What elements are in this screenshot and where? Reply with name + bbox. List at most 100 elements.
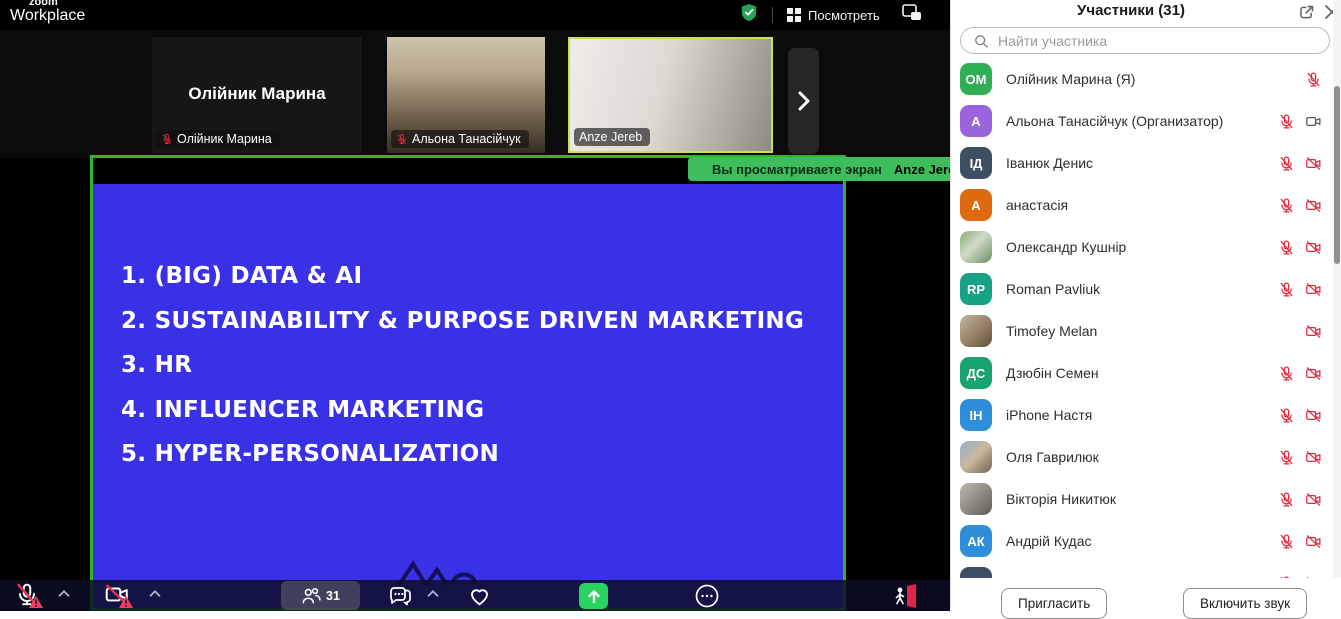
participant-name: Олександр Кушнір bbox=[1006, 239, 1250, 255]
banner-presenter: Anze Jereb bbox=[894, 162, 950, 177]
presentation-slide: 1. (BIG) DATA & AI 2. SUSTAINABILITY & P… bbox=[93, 184, 843, 608]
camera-off-icon bbox=[1305, 155, 1322, 172]
reactions-button[interactable] bbox=[467, 584, 492, 611]
panel-scrollbar-thumb[interactable] bbox=[1334, 86, 1340, 264]
slide-item: 1. (BIG) DATA & AI bbox=[121, 254, 804, 299]
mic-muted-icon bbox=[1278, 239, 1295, 256]
participant-name: iPhone Настя bbox=[1006, 407, 1250, 423]
logo-line2: Workplace bbox=[10, 8, 85, 24]
camera-off-icon bbox=[1305, 239, 1322, 256]
mic-options-caret[interactable] bbox=[56, 589, 72, 598]
slide-item: 4. INFLUENCER MARKETING bbox=[121, 388, 804, 433]
tile-display-name: Олійник Марина bbox=[152, 84, 362, 104]
tile-name-label: Альона Танасійчук bbox=[391, 130, 529, 148]
audio-warning-icon bbox=[28, 595, 44, 609]
participant-name: Roman Pavliuk bbox=[1006, 281, 1250, 297]
mic-muted-icon bbox=[396, 133, 408, 145]
participant-row[interactable]: А анастасія bbox=[951, 184, 1334, 226]
view-button[interactable]: Посмотреть bbox=[787, 8, 880, 23]
participant-row[interactable]: Оля Гаврилюк bbox=[951, 436, 1334, 478]
participant-row[interactable]: Timofey Melan bbox=[951, 310, 1334, 352]
camera-off-icon bbox=[1305, 281, 1322, 298]
chevron-right-icon bbox=[796, 90, 812, 112]
next-videos-button[interactable] bbox=[788, 48, 819, 154]
participant-name: Олійник Марина (Я) bbox=[1006, 71, 1250, 87]
unmute-all-button[interactable]: Включить звук bbox=[1183, 588, 1307, 619]
camera-off-icon bbox=[1305, 365, 1322, 382]
search-participant-input[interactable] bbox=[998, 33, 1288, 49]
mic-muted-icon bbox=[1278, 197, 1295, 214]
tile-name-label: Олійник Марина bbox=[156, 130, 280, 148]
video-warning-icon bbox=[118, 595, 134, 609]
participant-name: Timofey Melan bbox=[1006, 323, 1250, 339]
participant-row[interactable]: АК Андрій Кудас bbox=[951, 520, 1334, 562]
video-strip: Олійник Марина Олійник Марина Альона Тан… bbox=[0, 30, 950, 158]
popout-panel-icon[interactable] bbox=[1298, 4, 1315, 26]
participant-row[interactable]: ОМ Олійник Марина (Я) bbox=[951, 58, 1334, 100]
avatar: ДС bbox=[960, 357, 992, 389]
camera-off-icon bbox=[1305, 197, 1322, 214]
avatar-photo bbox=[960, 441, 992, 473]
participant-row[interactable]: RP Roman Pavliuk bbox=[951, 268, 1334, 310]
video-tile-oliinyk[interactable]: Олійник Марина Олійник Марина bbox=[152, 37, 362, 153]
mic-muted-icon bbox=[1278, 491, 1295, 508]
participant-name: Андрій Кудас bbox=[1006, 533, 1250, 549]
banner-text: Вы просматриваете экран bbox=[712, 162, 882, 177]
participant-row[interactable]: А Альона Танасійчук (Организатор) bbox=[951, 100, 1334, 142]
mic-muted-icon bbox=[1278, 407, 1295, 424]
mic-muted-icon bbox=[1278, 281, 1295, 298]
participant-name: Оля Гаврилюк bbox=[1006, 449, 1250, 465]
avatar-photo bbox=[960, 231, 992, 263]
zoom-workplace-logo: zoom Workplace bbox=[10, 0, 85, 24]
tile-name-label: Anze Jereb bbox=[574, 128, 650, 146]
avatar: АК bbox=[960, 525, 992, 557]
participants-icon bbox=[301, 587, 321, 605]
avatar-photo bbox=[960, 483, 992, 515]
participant-list: ОМ Олійник Марина (Я) А Альона Танасійчу… bbox=[951, 58, 1334, 604]
slide-list: 1. (BIG) DATA & AI 2. SUSTAINABILITY & P… bbox=[121, 254, 804, 477]
video-button[interactable] bbox=[103, 582, 131, 611]
participant-row[interactable]: ДС Дзюбін Семен bbox=[951, 352, 1334, 394]
mic-muted-icon bbox=[1278, 365, 1295, 382]
slide-item: 5. HYPER-PERSONALIZATION bbox=[121, 432, 804, 477]
avatar: RP bbox=[960, 273, 992, 305]
panel-title: Участники (31) bbox=[951, 2, 1311, 19]
camera-off-icon bbox=[1305, 407, 1322, 424]
more-button[interactable] bbox=[695, 584, 719, 611]
participants-count: 31 bbox=[326, 589, 340, 603]
share-screen-button[interactable] bbox=[579, 583, 608, 609]
avatar: А bbox=[960, 189, 992, 221]
invite-button[interactable]: Пригласить bbox=[1001, 588, 1107, 619]
participant-row[interactable]: Вікторія Никитюк bbox=[951, 478, 1334, 520]
participant-name: Іванюк Денис bbox=[1006, 155, 1250, 171]
participants-panel: Участники (31) ОМ Олійник Марина (Я) А А… bbox=[950, 0, 1341, 611]
picture-in-picture-icon[interactable] bbox=[902, 4, 922, 26]
camera-off-icon bbox=[1305, 533, 1322, 550]
mute-button[interactable] bbox=[14, 582, 40, 611]
video-tile-tanasiichuk[interactable]: Альона Танасійчук bbox=[387, 37, 545, 153]
mic-muted-icon bbox=[1305, 71, 1322, 88]
security-shield-icon[interactable] bbox=[740, 3, 758, 27]
participant-row[interactable]: Олександр Кушнір bbox=[951, 226, 1334, 268]
video-tile-anze-jereb-active[interactable]: Anze Jereb bbox=[568, 37, 773, 153]
participant-row[interactable]: ІД Іванюк Денис bbox=[951, 142, 1334, 184]
video-options-caret[interactable] bbox=[147, 589, 163, 598]
chat-options-caret[interactable] bbox=[425, 589, 441, 598]
chat-button[interactable] bbox=[388, 584, 412, 611]
meeting-toolbar: 31 bbox=[0, 580, 950, 611]
participant-row[interactable]: ІН iPhone Настя bbox=[951, 394, 1334, 436]
ellipsis-icon bbox=[695, 584, 719, 608]
participants-button[interactable]: 31 bbox=[281, 581, 360, 610]
mic-muted-icon bbox=[1278, 155, 1295, 172]
search-box[interactable] bbox=[960, 27, 1330, 54]
arrow-up-icon bbox=[586, 588, 602, 605]
grid-view-icon bbox=[787, 8, 801, 22]
slide-item: 2. SUSTAINABILITY & PURPOSE DRIVEN MARKE… bbox=[121, 299, 804, 344]
leave-meeting-button[interactable] bbox=[891, 583, 918, 611]
camera-off-icon bbox=[1305, 491, 1322, 508]
panel-footer: Пригласить Включить звук bbox=[951, 578, 1341, 611]
mic-muted-icon bbox=[161, 133, 173, 145]
camera-off-icon bbox=[1305, 449, 1322, 466]
shared-screen-region: 1. (BIG) DATA & AI 2. SUSTAINABILITY & P… bbox=[90, 155, 846, 611]
participant-name: анастасія bbox=[1006, 197, 1250, 213]
